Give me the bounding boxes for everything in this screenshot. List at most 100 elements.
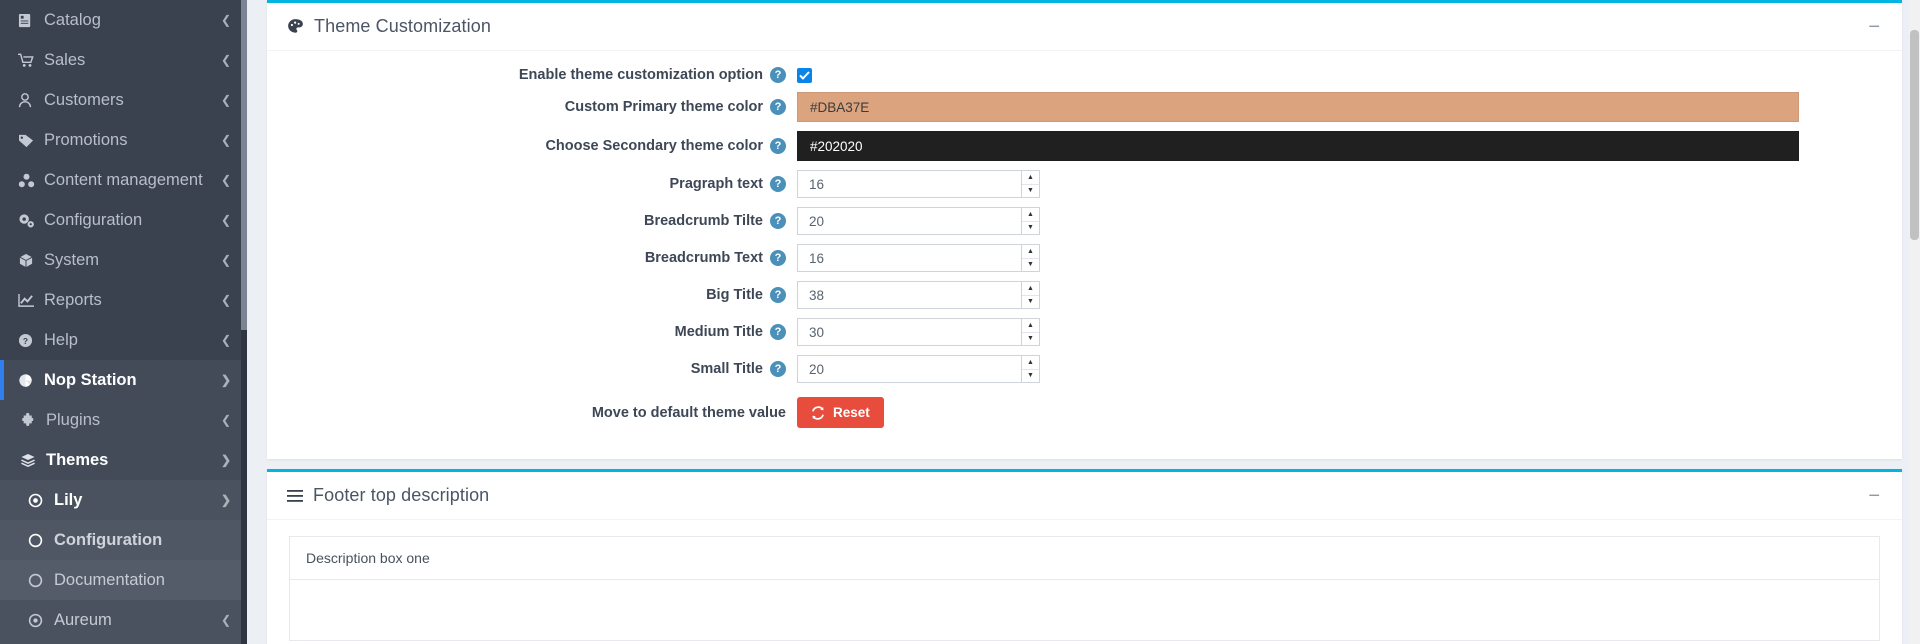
theme-customization-panel-header: Theme Customization −: [267, 3, 1902, 51]
big-title-stepper[interactable]: ▲ ▼: [797, 281, 1040, 309]
sidebar-item-plugins[interactable]: Plugins ❮: [0, 400, 247, 440]
stepper-down-icon[interactable]: ▼: [1022, 184, 1039, 197]
breadcrumb-text-stepper[interactable]: ▲ ▼: [797, 244, 1040, 272]
chevron-down-icon: ❯: [220, 493, 231, 507]
main-content: Theme Customization − Enable theme custo…: [247, 0, 1920, 644]
secondary-color-input[interactable]: #202020: [797, 131, 1799, 161]
help-icon[interactable]: ?: [770, 138, 786, 154]
chevron-left-icon: ❮: [220, 53, 231, 67]
form-row-big-title: Big Title ? ▲ ▼: [267, 281, 1902, 309]
sidebar-item-label: Plugins: [46, 410, 101, 429]
big-title-input[interactable]: [798, 282, 1021, 308]
stepper-up-icon[interactable]: ▲: [1022, 171, 1039, 185]
page-scrollbar-thumb[interactable]: [1910, 30, 1919, 240]
sidebar-item-lily[interactable]: Lily ❯: [0, 480, 247, 520]
description-box-one: Description box one: [289, 536, 1880, 641]
collapse-footer-panel-button[interactable]: −: [1864, 486, 1884, 506]
help-icon[interactable]: ?: [770, 287, 786, 303]
medium-title-input[interactable]: [798, 319, 1021, 345]
sidebar-item-content-management[interactable]: Content management ❮: [0, 160, 247, 200]
chevron-left-icon: ❮: [220, 13, 231, 27]
sidebar-item-label: Catalog: [44, 10, 101, 29]
sidebar-item-reports[interactable]: Reports ❮: [0, 280, 247, 320]
medium-title-stepper[interactable]: ▲ ▼: [797, 318, 1040, 346]
enable-theme-checkbox[interactable]: [797, 67, 812, 83]
small-title-input[interactable]: [798, 356, 1021, 382]
stepper-up-icon[interactable]: ▲: [1022, 319, 1039, 333]
sidebar-item-aureum[interactable]: Aureum ❮: [0, 600, 247, 640]
reset-button-label: Reset: [833, 405, 870, 420]
circle-icon: [28, 573, 54, 588]
reset-control: Reset: [797, 397, 1902, 428]
sidebar-item-configuration[interactable]: Configuration ❮: [0, 200, 247, 240]
sidebar-item-sales[interactable]: Sales ❮: [0, 40, 247, 80]
form-row-secondary-color: Choose Secondary theme color ? #202020: [267, 131, 1902, 161]
breadcrumb-title-stepper[interactable]: ▲ ▼: [797, 207, 1040, 235]
sidebar-item-system[interactable]: System ❮: [0, 240, 247, 280]
sidebar-item-label: Aureum: [54, 610, 112, 629]
refresh-icon: [811, 405, 825, 420]
stepper-down-icon[interactable]: ▼: [1022, 221, 1039, 234]
paragraph-text-input[interactable]: [798, 171, 1021, 197]
help-icon[interactable]: ?: [770, 213, 786, 229]
stepper-up-icon[interactable]: ▲: [1022, 245, 1039, 259]
primary-color-label-wrap: Custom Primary theme color ?: [267, 99, 797, 115]
stepper-down-icon[interactable]: ▼: [1022, 332, 1039, 345]
breadcrumb-title-input[interactable]: [798, 208, 1021, 234]
help-icon[interactable]: ?: [770, 324, 786, 340]
form-row-enable-theme: Enable theme customization option ?: [267, 67, 1902, 83]
big-title-spinner[interactable]: ▲ ▼: [1021, 282, 1039, 308]
primary-color-control: #DBA37E: [797, 92, 1902, 122]
small-title-label-wrap: Small Title ?: [267, 361, 797, 377]
sidebar-item-help[interactable]: ? Help ❮: [0, 320, 247, 360]
secondary-color-label: Choose Secondary theme color: [545, 138, 763, 154]
collapse-panel-button[interactable]: −: [1864, 17, 1884, 37]
sitemap-icon: [18, 173, 44, 188]
breadcrumb-title-spinner[interactable]: ▲ ▼: [1021, 208, 1039, 234]
primary-color-label: Custom Primary theme color: [564, 99, 763, 115]
paragraph-text-spinner[interactable]: ▲ ▼: [1021, 171, 1039, 197]
chevron-down-icon: ❯: [220, 453, 231, 467]
sidebar-item-label: Lily: [54, 490, 83, 509]
enable-theme-label: Enable theme customization option: [518, 67, 763, 83]
breadcrumb-title-label-wrap: Breadcrumb Tilte ?: [267, 213, 797, 229]
breadcrumb-text-control: ▲ ▼: [797, 244, 1902, 272]
stepper-down-icon[interactable]: ▼: [1022, 258, 1039, 271]
breadcrumb-text-label: Breadcrumb Text: [644, 250, 763, 266]
help-icon[interactable]: ?: [770, 99, 786, 115]
help-icon[interactable]: ?: [770, 67, 786, 83]
breadcrumb-title-label: Breadcrumb Tilte: [644, 213, 763, 229]
chart-line-icon: [18, 293, 44, 308]
breadcrumb-title-control: ▲ ▼: [797, 207, 1902, 235]
primary-color-input[interactable]: #DBA37E: [797, 92, 1799, 122]
stepper-down-icon[interactable]: ▼: [1022, 295, 1039, 308]
small-title-spinner[interactable]: ▲ ▼: [1021, 356, 1039, 382]
sidebar-item-lily-configuration[interactable]: Configuration: [0, 520, 247, 560]
page-scrollbar[interactable]: [1909, 0, 1920, 644]
reset-button[interactable]: Reset: [797, 397, 884, 428]
form-row-primary-color: Custom Primary theme color ? #DBA37E: [267, 92, 1902, 122]
breadcrumb-text-label-wrap: Breadcrumb Text ?: [267, 250, 797, 266]
sidebar-item-capetown[interactable]: CapeTown ❮: [0, 640, 247, 644]
stepper-up-icon[interactable]: ▲: [1022, 282, 1039, 296]
help-icon[interactable]: ?: [770, 361, 786, 377]
breadcrumb-text-spinner[interactable]: ▲ ▼: [1021, 245, 1039, 271]
small-title-stepper[interactable]: ▲ ▼: [797, 355, 1040, 383]
breadcrumb-text-input[interactable]: [798, 245, 1021, 271]
enable-theme-control: [797, 67, 1902, 83]
help-icon[interactable]: ?: [770, 250, 786, 266]
sidebar-item-nop-station[interactable]: Nop Station ❯: [0, 360, 247, 400]
sidebar-item-catalog[interactable]: Catalog ❮: [0, 0, 247, 40]
paragraph-text-label-wrap: Pragraph text ?: [267, 176, 797, 192]
paragraph-text-stepper[interactable]: ▲ ▼: [797, 170, 1040, 198]
sidebar-item-documentation[interactable]: Documentation: [0, 560, 247, 600]
stepper-up-icon[interactable]: ▲: [1022, 208, 1039, 222]
sidebar-item-themes[interactable]: Themes ❯: [0, 440, 247, 480]
help-icon[interactable]: ?: [770, 176, 786, 192]
sidebar-item-promotions[interactable]: Promotions ❮: [0, 120, 247, 160]
stepper-down-icon[interactable]: ▼: [1022, 369, 1039, 382]
sidebar-item-customers[interactable]: Customers ❮: [0, 80, 247, 120]
stepper-up-icon[interactable]: ▲: [1022, 356, 1039, 370]
cube-icon: [18, 253, 44, 268]
medium-title-spinner[interactable]: ▲ ▼: [1021, 319, 1039, 345]
